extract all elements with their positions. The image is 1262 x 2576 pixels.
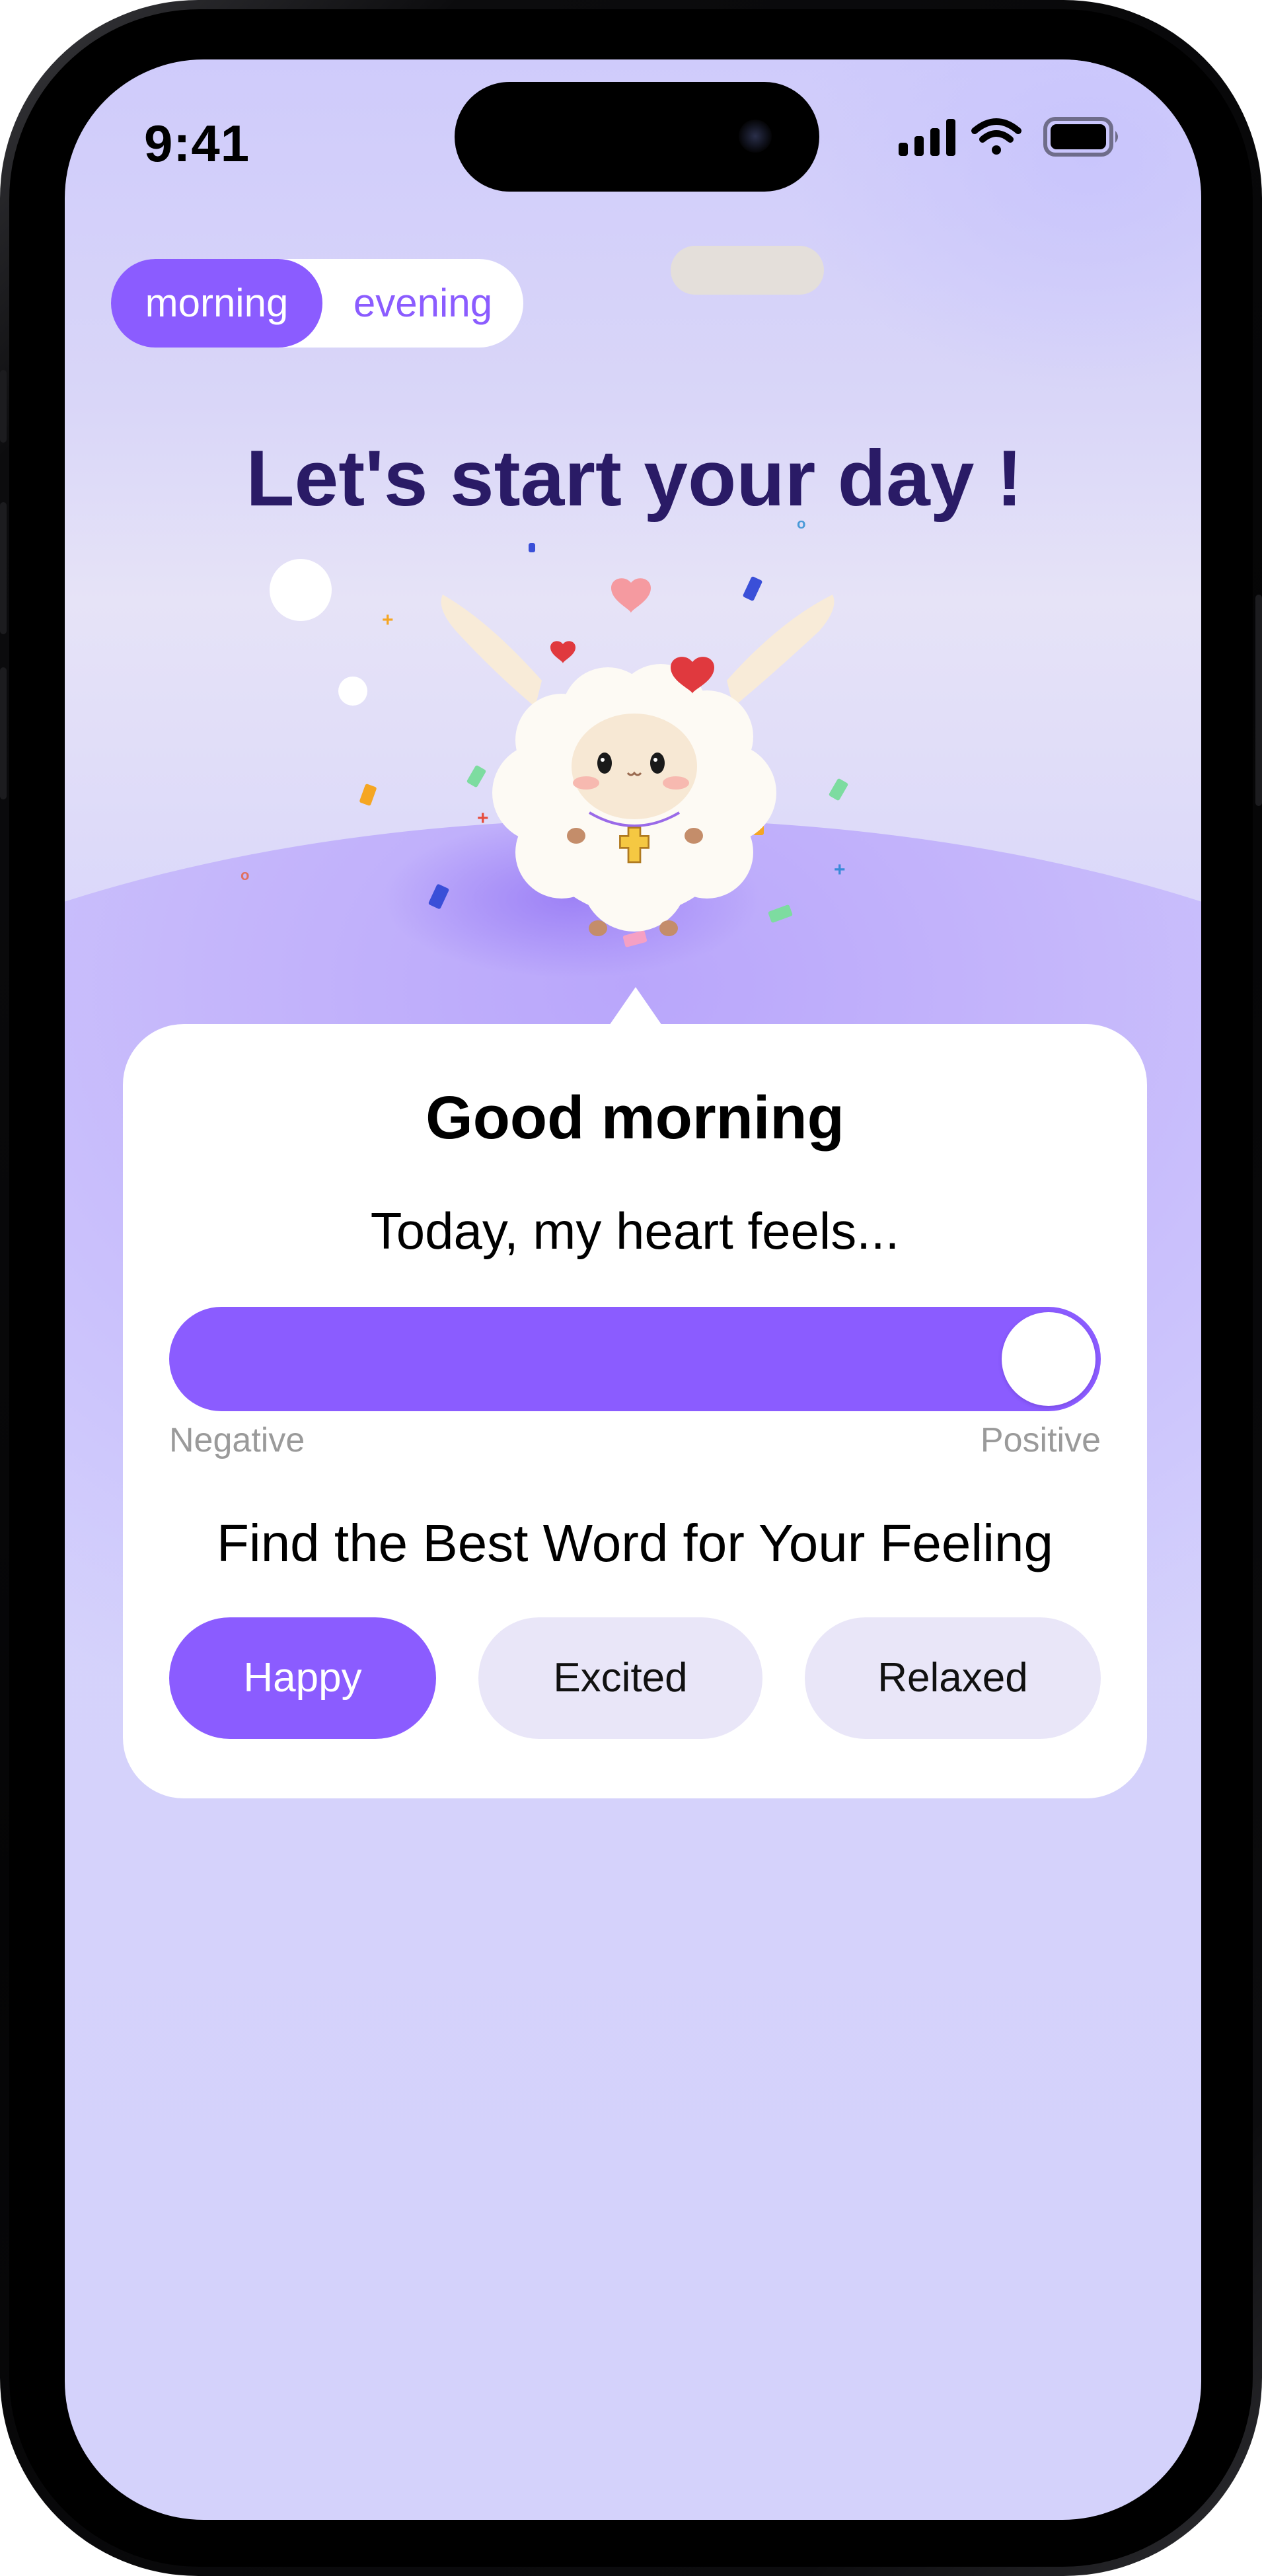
left-ear bbox=[441, 595, 542, 707]
mood-question: Today, my heart feels... bbox=[370, 1202, 900, 1260]
left-eye bbox=[597, 753, 612, 774]
word-chip-happy[interactable]: Happy bbox=[169, 1617, 436, 1739]
mode-toggle: morning evening bbox=[111, 259, 523, 348]
power-button bbox=[1255, 595, 1262, 806]
decorative-bubble bbox=[270, 559, 332, 621]
status-time: 9:41 bbox=[144, 114, 250, 172]
wifi-icon bbox=[971, 118, 1021, 155]
word-chip-relaxed[interactable]: Relaxed bbox=[805, 1617, 1101, 1739]
mood-slider-thumb[interactable] bbox=[1002, 1312, 1095, 1406]
front-camera-icon bbox=[739, 120, 772, 153]
background-glow bbox=[792, 59, 1201, 390]
right-eye bbox=[650, 753, 665, 774]
heart-icon bbox=[611, 578, 651, 613]
sheep-face bbox=[572, 714, 697, 819]
status-icons bbox=[899, 117, 1118, 157]
volume-down-button bbox=[0, 667, 7, 799]
confetti-piece bbox=[529, 543, 535, 552]
word-prompt: Find the Best Word for Your Feeling bbox=[217, 1514, 1053, 1572]
slider-max-label: Positive bbox=[980, 1421, 1101, 1459]
greeting-title: Good morning bbox=[426, 1084, 844, 1152]
battery-icon bbox=[1043, 117, 1118, 157]
mood-slider[interactable] bbox=[169, 1307, 1101, 1411]
toggle-morning[interactable]: morning bbox=[111, 259, 322, 348]
sparkle-icon: + bbox=[382, 609, 394, 631]
heart-icon bbox=[550, 641, 575, 663]
page-headline: Let's start your day ! bbox=[246, 434, 1023, 523]
slider-min-label: Negative bbox=[169, 1421, 305, 1459]
sparkle-icon: o bbox=[797, 515, 806, 532]
sheep-mascot bbox=[441, 578, 835, 936]
decorative-bubble bbox=[338, 677, 367, 706]
word-chip-excited[interactable]: Excited bbox=[478, 1617, 762, 1739]
card-pointer bbox=[609, 987, 662, 1025]
volume-up-button bbox=[0, 502, 7, 634]
cellular-signal-icon bbox=[899, 119, 955, 156]
right-ear bbox=[727, 595, 835, 707]
decorative-cloud-pill bbox=[671, 246, 824, 295]
sparkle-icon: o bbox=[241, 867, 250, 883]
toggle-evening[interactable]: evening bbox=[322, 259, 523, 348]
silent-switch bbox=[0, 370, 7, 443]
